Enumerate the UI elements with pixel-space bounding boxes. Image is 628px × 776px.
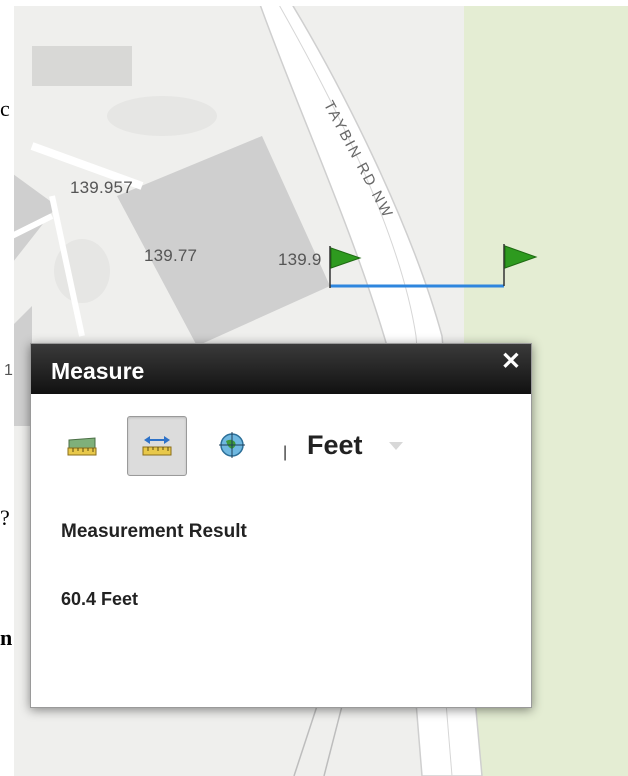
distance-tool-button[interactable] — [127, 416, 187, 476]
building — [12, 173, 57, 264]
result-label: Measurement Result — [61, 521, 247, 542]
document-char: c — [0, 96, 10, 121]
panel-header: Measure ✕ — [31, 344, 531, 394]
area-measure-icon — [67, 437, 97, 456]
elevation-label: 139.9 — [278, 250, 322, 269]
panel-title: Measure — [51, 358, 145, 384]
building — [12, 306, 32, 426]
building — [117, 136, 330, 346]
distance-measure-icon — [142, 436, 172, 456]
location-icon — [219, 432, 245, 458]
elevation-label: 139.957 — [70, 178, 133, 197]
location-tool-button[interactable] — [203, 416, 261, 474]
result-value: 60.4 Feet — [61, 589, 139, 609]
document-edge: c 1 ? n — [0, 0, 14, 776]
document-char: ? — [0, 505, 10, 530]
unit-select[interactable]: Feet — [307, 430, 363, 461]
close-icon[interactable]: ✕ — [501, 350, 521, 374]
document-char: 1 — [4, 362, 13, 379]
tool-row: | Feet — [53, 416, 513, 480]
island — [107, 96, 217, 136]
elevation-label: 139.77 — [144, 246, 198, 265]
measure-panel: Measure ✕ | Feet Measurement Result 60.4… — [30, 343, 532, 708]
chevron-down-icon[interactable] — [389, 442, 403, 450]
area-tool-button[interactable] — [53, 416, 111, 474]
building — [32, 46, 132, 86]
document-char: n — [0, 625, 13, 650]
tool-separator: | — [283, 444, 288, 461]
